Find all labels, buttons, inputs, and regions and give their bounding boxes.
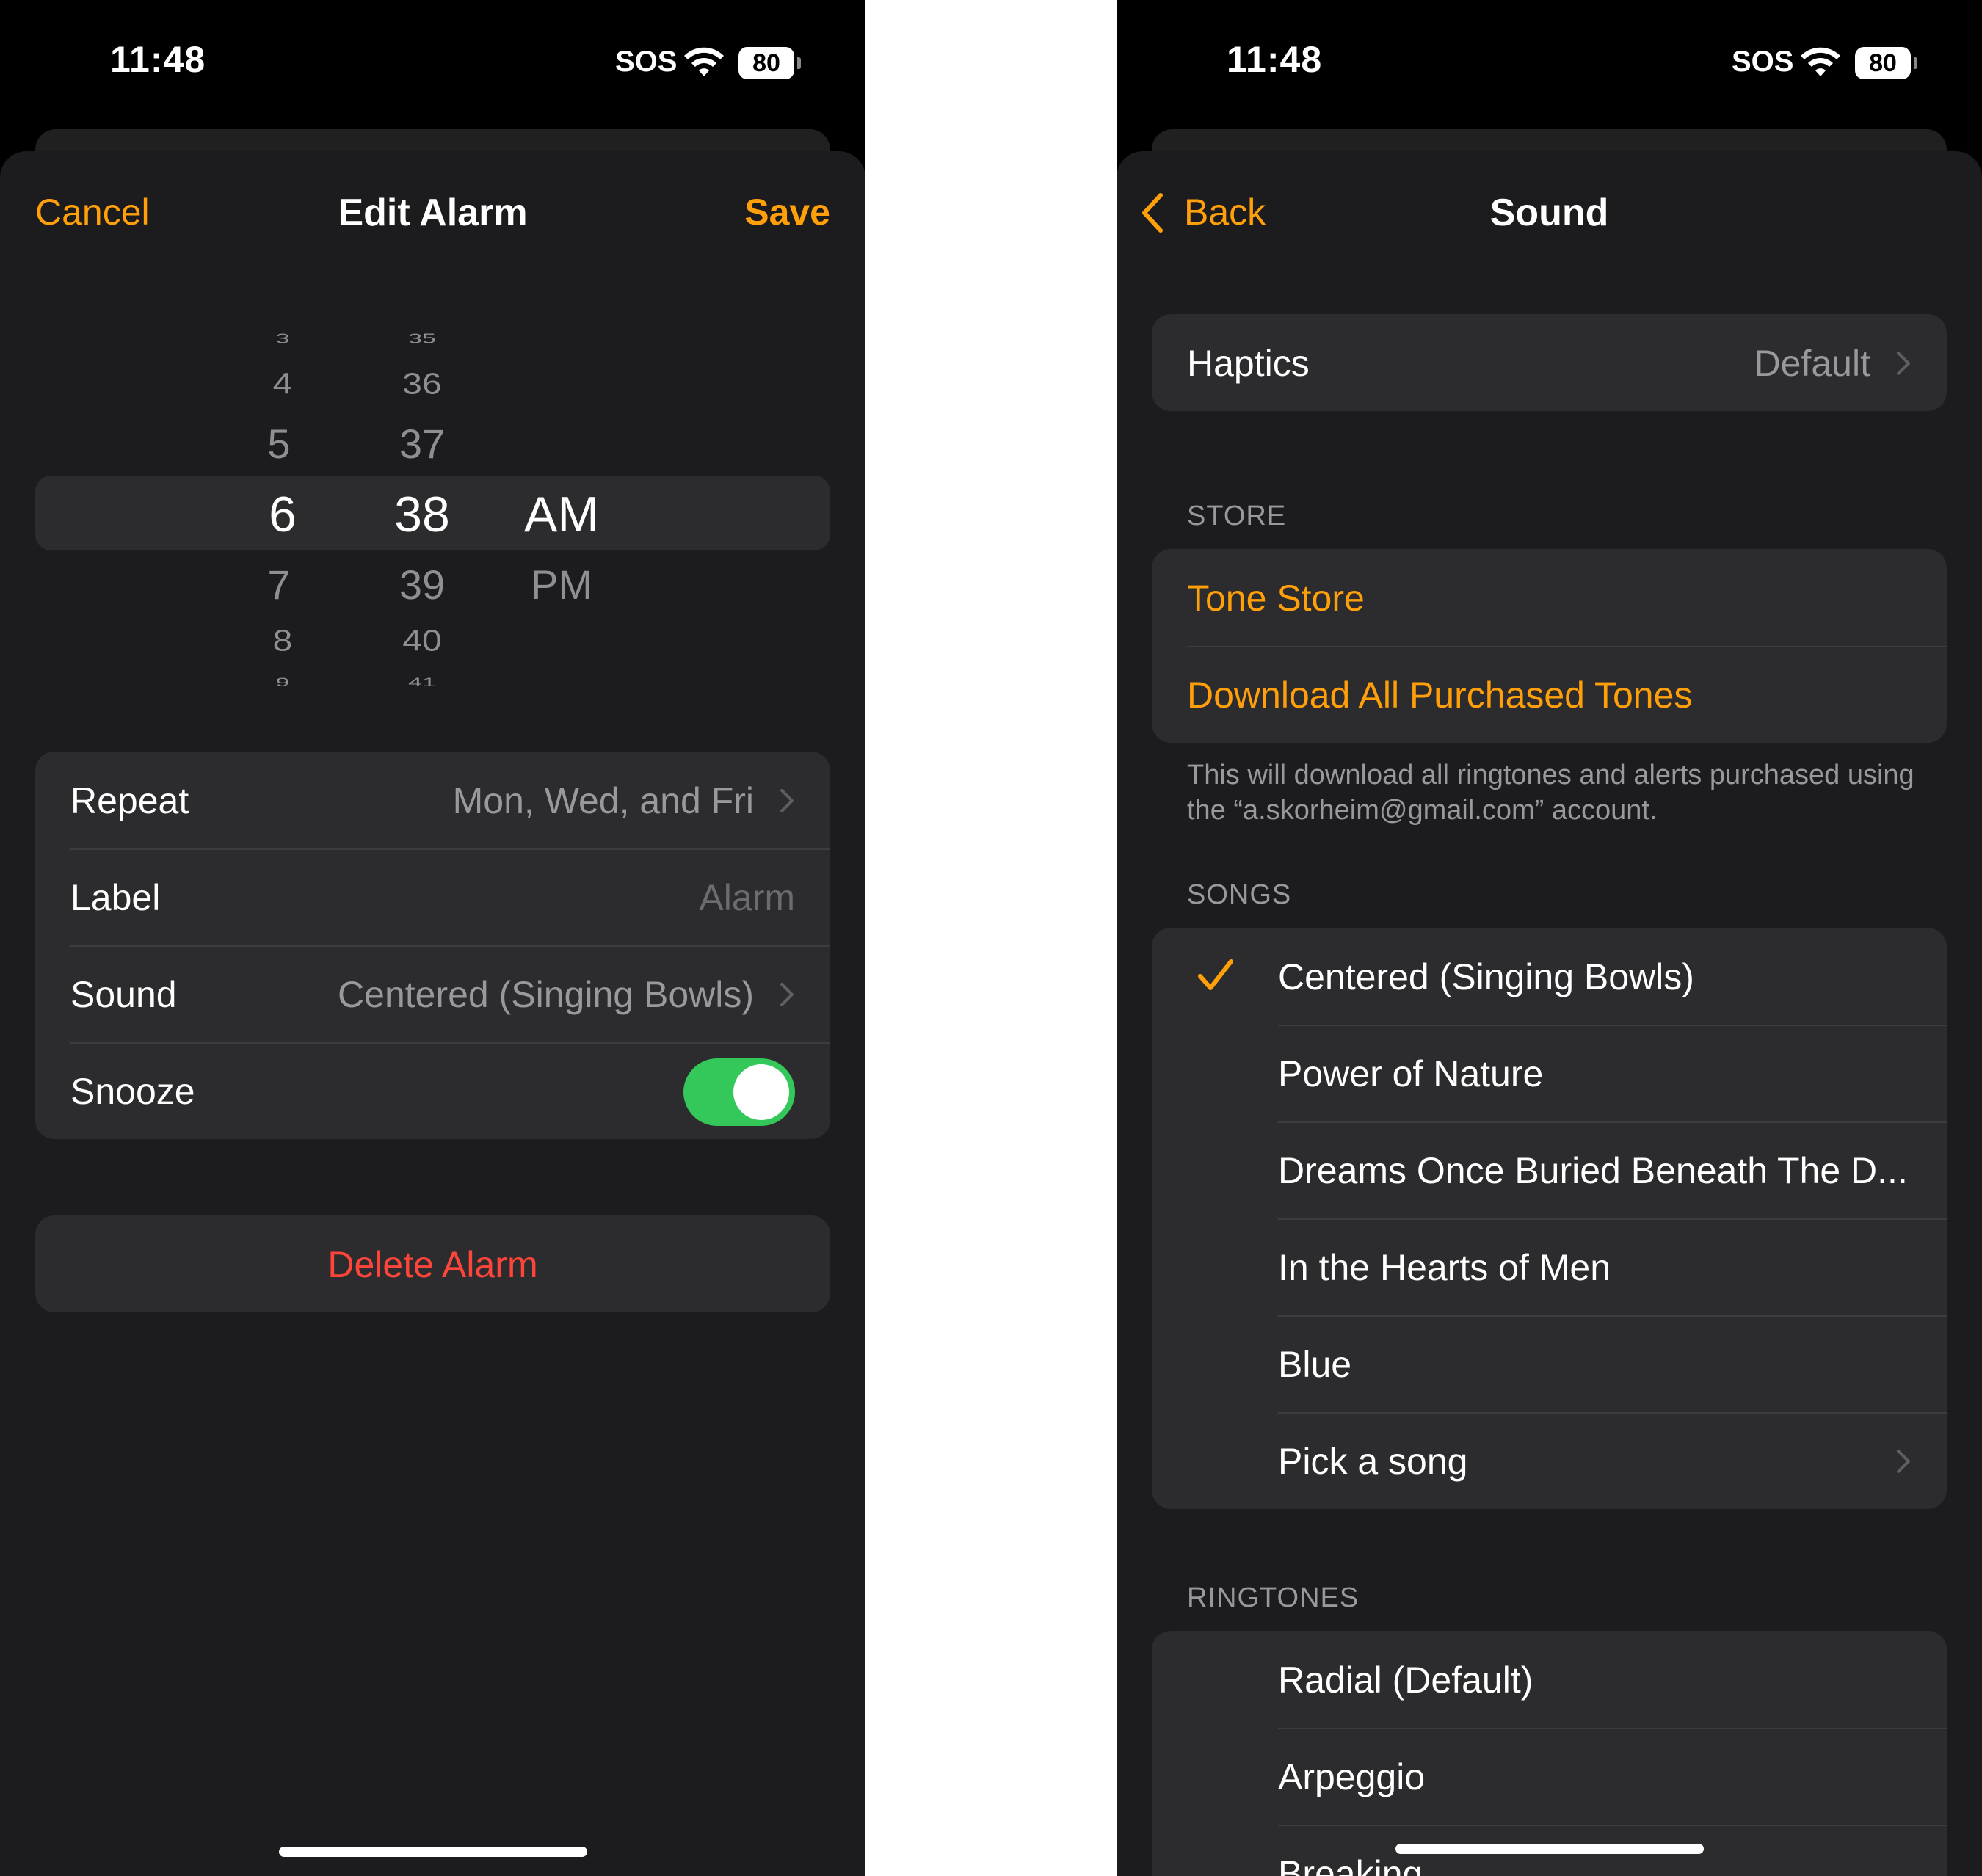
chevron-right-icon	[779, 788, 795, 813]
song-label: In the Hearts of Men	[1278, 1247, 1611, 1288]
picker-hour[interactable]: 7	[242, 561, 316, 608]
checkmark-icon	[1196, 957, 1235, 994]
store-list: Tone Store Download All Purchased Tones	[1152, 549, 1947, 743]
picker-minute[interactable]: 40	[378, 624, 466, 658]
download-all-row[interactable]: Download All Purchased Tones	[1152, 646, 1947, 743]
alarm-options-list: Repeat Mon, Wed, and Fri Label Alarm Sou…	[35, 752, 830, 1139]
picker-hour-selected[interactable]: 6	[246, 486, 319, 543]
tone-store-row[interactable]: Tone Store	[1152, 549, 1947, 646]
haptics-row[interactable]: Haptics Default	[1152, 314, 1947, 411]
chevron-right-icon	[1895, 1449, 1912, 1474]
snooze-label: Snooze	[70, 1071, 195, 1112]
ringtone-row[interactable]: Arpeggio	[1152, 1728, 1947, 1825]
status-carrier: SOS	[1732, 46, 1794, 78]
haptics-list: Haptics Default	[1152, 314, 1947, 411]
wifi-icon	[683, 47, 725, 79]
picker-minute[interactable]: 41	[378, 675, 466, 690]
pick-a-song-row[interactable]: Pick a song	[1152, 1412, 1947, 1509]
ringtone-row[interactable]: Radial (Default)	[1152, 1631, 1947, 1728]
picker-minute[interactable]: 35	[378, 331, 466, 346]
song-label: Blue	[1278, 1344, 1352, 1385]
song-label: Centered (Singing Bowls)	[1278, 956, 1694, 997]
song-label: Power of Nature	[1278, 1053, 1544, 1094]
ringtone-label: Radial (Default)	[1278, 1659, 1533, 1701]
edit-alarm-screen: 11:48 SOS 80 Cancel Edit Alarm Save 3 4 …	[0, 0, 865, 1876]
songs-section-header: SONGS	[1187, 879, 1292, 910]
song-row[interactable]: In the Hearts of Men	[1152, 1218, 1947, 1315]
page-title: Edit Alarm	[338, 192, 528, 234]
store-section-header: STORE	[1187, 501, 1287, 531]
label-row[interactable]: Label Alarm	[35, 848, 830, 945]
ringtones-section-header: RINGTONES	[1187, 1582, 1360, 1613]
picker-minute[interactable]: 37	[378, 420, 466, 468]
song-row-selected[interactable]: Centered (Singing Bowls)	[1152, 928, 1947, 1025]
sound-row[interactable]: Sound Centered (Singing Bowls)	[35, 945, 830, 1042]
picker-minute[interactable]: 36	[378, 367, 466, 401]
status-time: 11:48	[1227, 39, 1323, 80]
ringtone-label: Breaking	[1278, 1853, 1423, 1876]
songs-list: Centered (Singing Bowls) Power of Nature…	[1152, 928, 1947, 1509]
pick-a-song-label: Pick a song	[1278, 1441, 1468, 1482]
tone-store-link: Tone Store	[1187, 578, 1365, 619]
repeat-value: Mon, Wed, and Fri	[452, 780, 754, 821]
song-row[interactable]: Blue	[1152, 1315, 1947, 1412]
delete-alarm-button[interactable]: Delete Alarm	[35, 1215, 830, 1312]
song-row[interactable]: Power of Nature	[1152, 1025, 1947, 1121]
toggle-knob	[733, 1064, 789, 1120]
picker-minute[interactable]: 39	[378, 561, 466, 608]
picker-hour[interactable]: 8	[246, 624, 319, 658]
label-field[interactable]: Alarm	[699, 876, 795, 919]
sound-label: Sound	[70, 974, 177, 1015]
picker-period[interactable]: PM	[514, 561, 609, 608]
download-all-link: Download All Purchased Tones	[1187, 675, 1693, 716]
picker-hour[interactable]: 4	[246, 367, 319, 401]
picker-hour[interactable]: 5	[242, 420, 316, 468]
picker-hour[interactable]: 9	[246, 675, 319, 690]
picker-hour[interactable]: 3	[246, 331, 319, 346]
chevron-right-icon	[1895, 351, 1912, 376]
delete-alarm-label: Delete Alarm	[327, 1244, 538, 1285]
repeat-label: Repeat	[70, 780, 189, 821]
picker-minute-selected[interactable]: 38	[378, 486, 466, 543]
snooze-row: Snooze	[35, 1042, 830, 1139]
haptics-label: Haptics	[1187, 343, 1310, 384]
snooze-toggle[interactable]	[683, 1058, 795, 1126]
repeat-row[interactable]: Repeat Mon, Wed, and Fri	[35, 752, 830, 848]
chevron-right-icon	[779, 982, 795, 1007]
status-bar: 11:48 SOS 80	[0, 0, 865, 125]
label-label: Label	[70, 877, 161, 918]
status-time: 11:48	[110, 39, 206, 80]
home-indicator[interactable]	[1395, 1844, 1704, 1854]
status-bar: 11:48 SOS 80	[1117, 0, 1982, 125]
battery-icon: 80	[738, 47, 801, 79]
song-row[interactable]: Dreams Once Buried Beneath The D...	[1152, 1121, 1947, 1218]
save-button[interactable]: Save	[744, 191, 830, 233]
picker-period-selected[interactable]: AM	[514, 486, 609, 543]
store-footer-note: This will download all ringtones and ale…	[1187, 760, 1914, 826]
song-label: Dreams Once Buried Beneath The D...	[1278, 1150, 1908, 1191]
page-title: Sound	[1489, 192, 1609, 234]
ringtone-label: Arpeggio	[1278, 1756, 1426, 1797]
ringtones-list: Radial (Default) Arpeggio Breaking	[1152, 1631, 1947, 1876]
sound-screen: 11:48 SOS 80 Back Sound Haptics Default …	[1117, 0, 1982, 1876]
home-indicator[interactable]	[279, 1847, 587, 1857]
sound-value: Centered (Singing Bowls)	[338, 974, 754, 1015]
battery-icon: 80	[1855, 47, 1917, 79]
status-carrier: SOS	[615, 46, 678, 78]
wifi-icon	[1799, 47, 1842, 79]
haptics-value: Default	[1754, 343, 1870, 384]
